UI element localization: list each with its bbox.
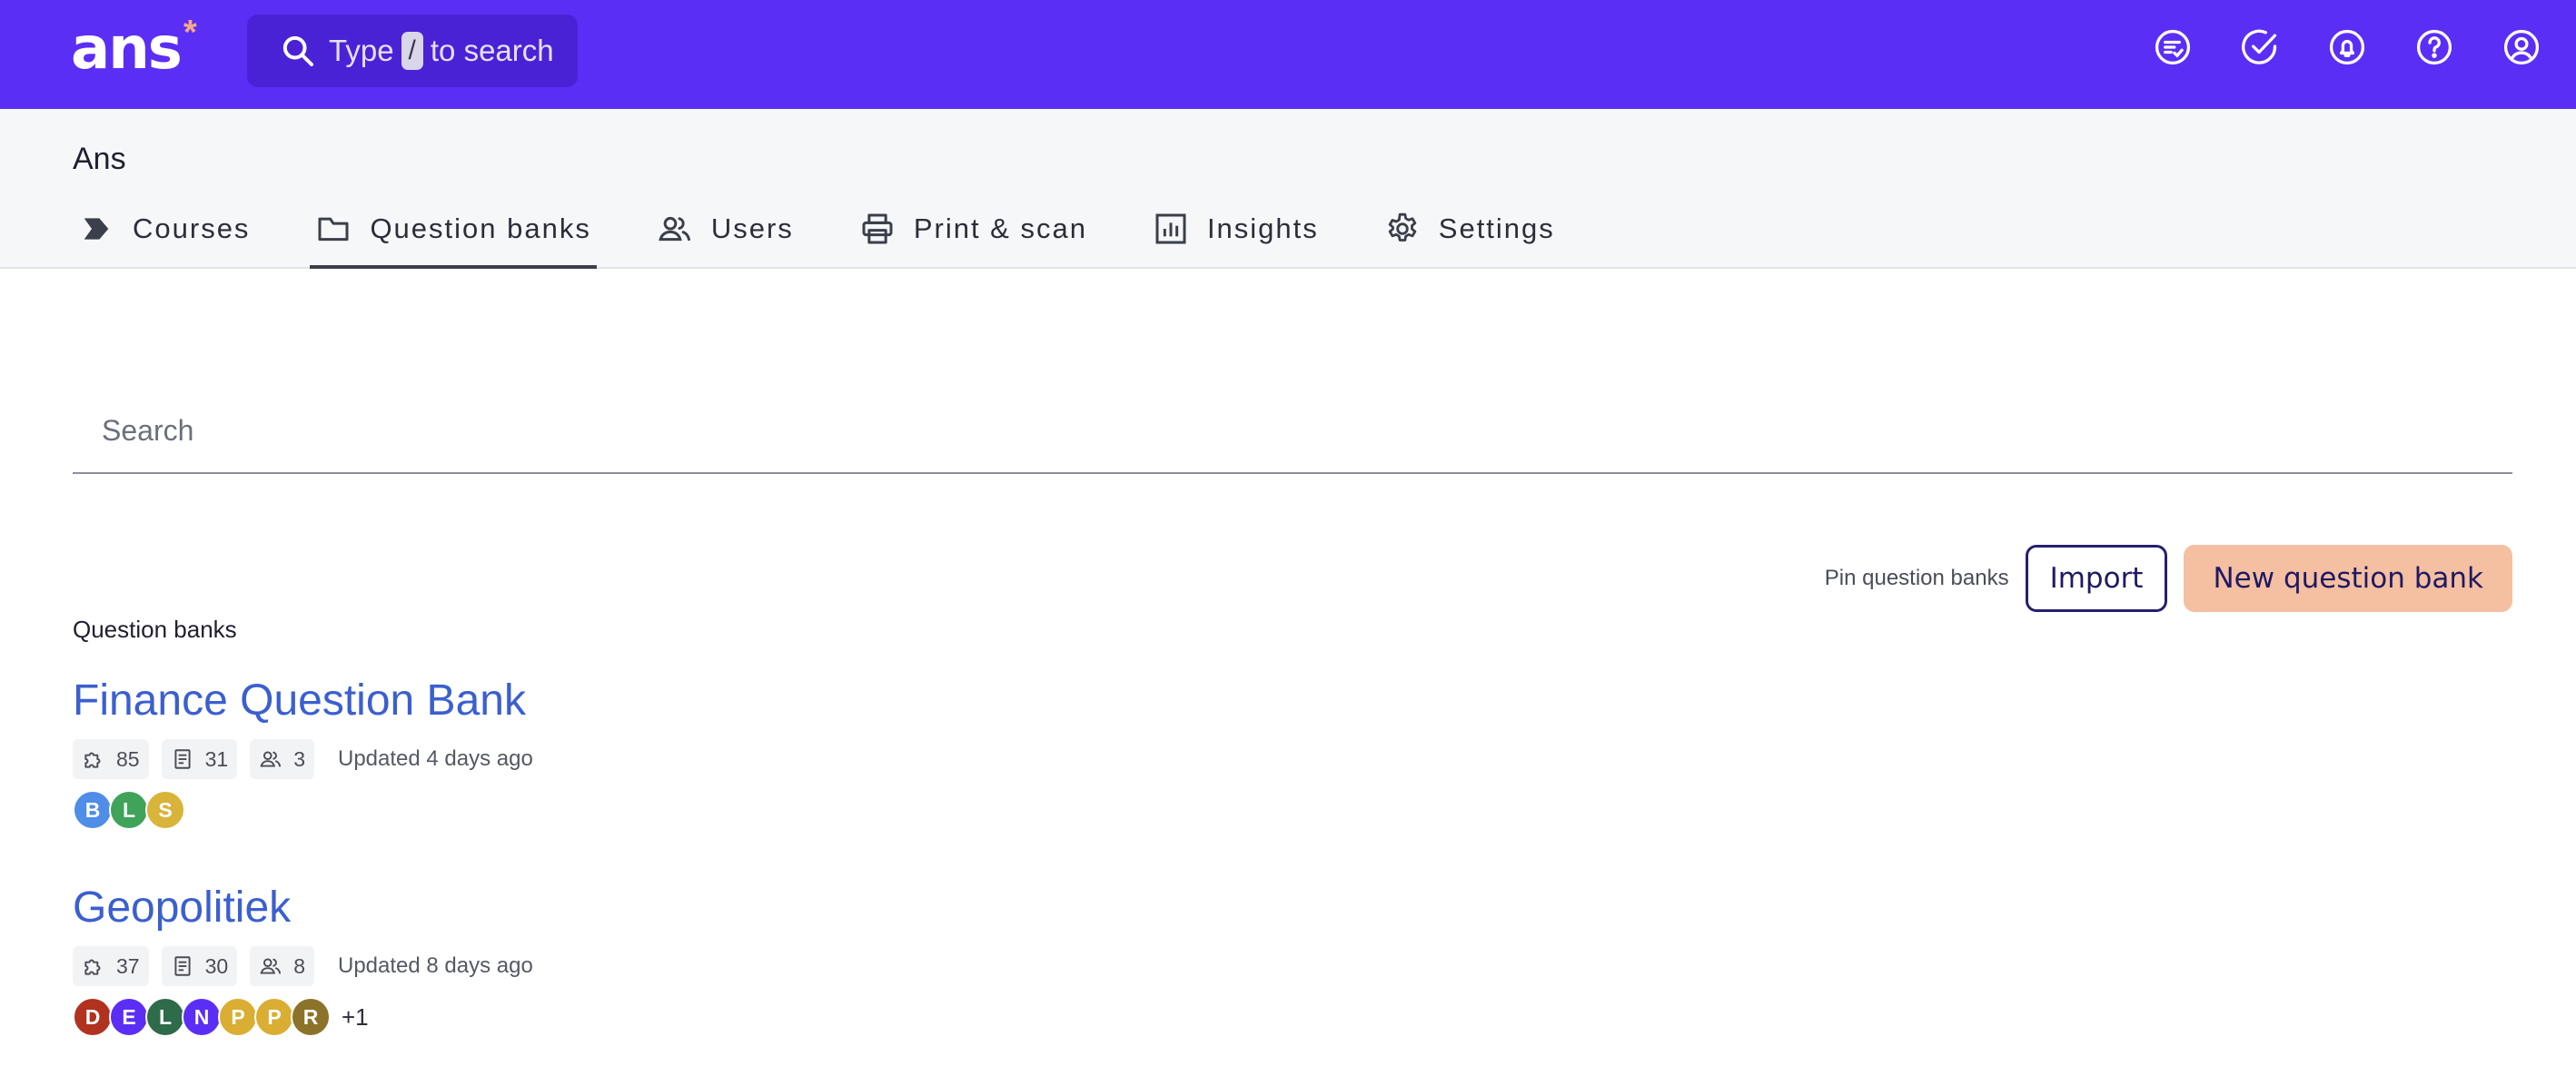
account-icon[interactable] <box>2502 27 2541 67</box>
assignments-count-chip: 30 <box>161 946 238 986</box>
tab-label: Insights <box>1206 212 1319 244</box>
avatar[interactable]: P <box>254 997 294 1037</box>
avatar[interactable]: S <box>145 790 185 830</box>
folder-icon <box>318 217 349 242</box>
tab-users[interactable]: Users <box>651 203 799 269</box>
question-bank-item: Finance Question Bank 85 31 3 Updated 4 … <box>73 674 533 830</box>
search-input[interactable] <box>102 413 2512 448</box>
more-members-count[interactable]: +1 <box>342 1003 369 1032</box>
member-avatars: B L S <box>73 790 533 830</box>
search-hint-prefix: Type <box>329 34 394 67</box>
questions-count: 85 <box>116 746 140 771</box>
members-count: 8 <box>293 953 305 978</box>
tab-label: Print & scan <box>913 212 1087 244</box>
top-icon-bar <box>2153 27 2541 67</box>
tab-question-banks[interactable]: Question banks <box>310 203 597 269</box>
avatar[interactable]: L <box>145 997 185 1037</box>
question-bank-title-link[interactable]: Geopolitiek <box>73 881 533 935</box>
updated-timestamp: Updated 8 days ago <box>337 953 533 978</box>
gear-icon <box>1388 212 1417 242</box>
avatar[interactable]: L <box>109 790 149 830</box>
users-icon <box>260 958 282 974</box>
search-icon <box>282 35 313 66</box>
questions-count-chip: 85 <box>73 739 149 779</box>
printer-icon <box>862 213 893 244</box>
question-bank-meta: 85 31 3 Updated 4 days ago <box>73 739 533 779</box>
tab-settings[interactable]: Settings <box>1379 203 1560 269</box>
questions-count-chip: 37 <box>73 946 149 986</box>
main-tabs: Courses Question banks Users Print & sca… <box>73 203 1615 269</box>
question-bank-search <box>73 389 2512 474</box>
members-count: 3 <box>293 746 305 771</box>
feedback-icon[interactable] <box>2153 27 2193 67</box>
new-question-bank-button[interactable]: New question bank <box>2184 545 2512 612</box>
pin-question-banks-link[interactable]: Pin question banks <box>1825 566 2009 591</box>
question-bank-title-link[interactable]: Finance Question Bank <box>73 674 533 728</box>
avatar[interactable]: N <box>182 997 222 1037</box>
search-hint-suffix: to search <box>430 34 554 67</box>
members-count-chip: 8 <box>250 946 314 986</box>
avatar[interactable]: B <box>73 790 113 830</box>
sub-header: Ans Courses Question banks Users Print &… <box>0 109 2576 269</box>
question-bank-item: Geopolitiek 37 30 8 Updated 8 days ago D… <box>73 881 533 1037</box>
actions-bar: Pin question banks Import New question b… <box>1825 545 2512 612</box>
avatar[interactable]: P <box>218 997 258 1037</box>
global-search-button[interactable]: Type / to search <box>247 15 578 87</box>
top-bar: ans * Type / to search <box>0 0 2576 109</box>
section-label: Question banks <box>73 616 237 643</box>
assignments-count: 31 <box>204 746 229 771</box>
users-icon <box>260 751 282 767</box>
check-circle-icon[interactable] <box>2240 27 2280 67</box>
avatar[interactable]: R <box>291 997 331 1037</box>
import-button[interactable]: Import <box>2025 545 2168 612</box>
tab-insights[interactable]: Insights <box>1147 203 1324 269</box>
document-icon <box>174 956 191 976</box>
tab-label: Question banks <box>370 212 591 244</box>
insights-icon <box>1155 213 1186 244</box>
questions-count: 37 <box>116 953 140 978</box>
assignments-count: 30 <box>204 953 229 978</box>
search-shortcut-key: / <box>401 32 423 70</box>
courses-icon <box>84 218 109 240</box>
notifications-icon[interactable] <box>2327 27 2367 67</box>
ans-logo[interactable]: ans <box>71 13 183 85</box>
tab-label: Users <box>710 212 794 244</box>
tab-print-scan[interactable]: Print & scan <box>854 203 1093 269</box>
member-avatars: D E L N P P R +1 <box>73 997 533 1037</box>
help-icon[interactable] <box>2414 27 2454 67</box>
question-bank-meta: 37 30 8 Updated 8 days ago <box>73 946 533 986</box>
organization-name: Ans <box>73 142 126 176</box>
tab-label: Settings <box>1438 212 1555 244</box>
updated-timestamp: Updated 4 days ago <box>337 746 533 771</box>
tab-label: Courses <box>133 212 251 244</box>
members-count-chip: 3 <box>250 739 314 779</box>
document-icon <box>174 749 191 769</box>
puzzle-icon <box>84 752 101 768</box>
avatar[interactable]: E <box>109 997 149 1037</box>
avatar[interactable]: D <box>73 997 113 1037</box>
puzzle-icon <box>84 959 101 975</box>
assignments-count-chip: 31 <box>161 739 238 779</box>
tab-courses[interactable]: Courses <box>73 203 255 269</box>
users-icon <box>659 216 690 242</box>
logo-star: * <box>183 14 197 52</box>
